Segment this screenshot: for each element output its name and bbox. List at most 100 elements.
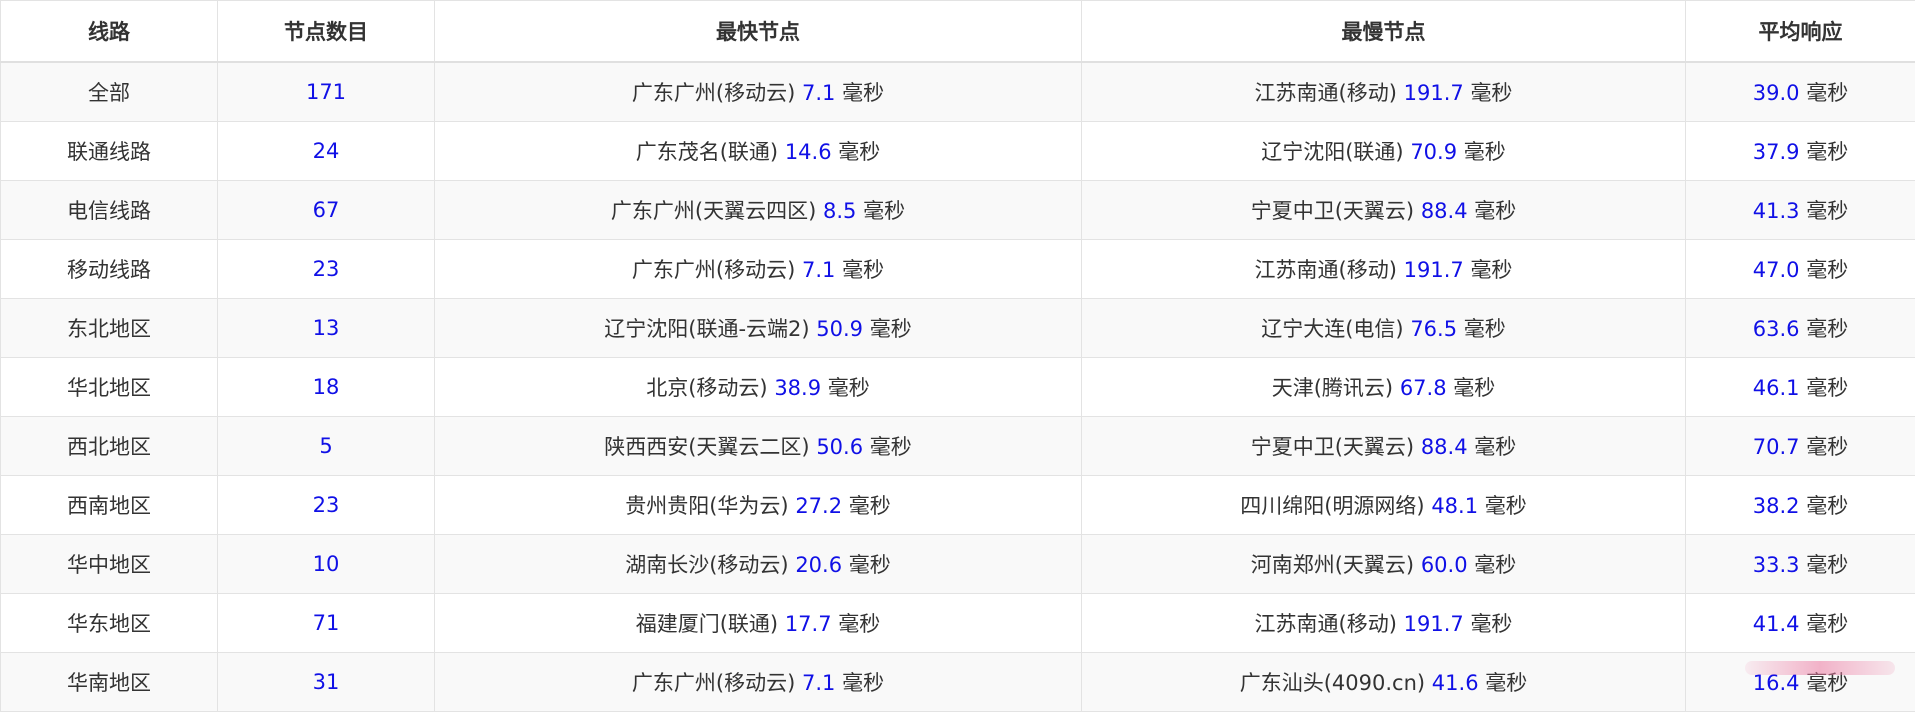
table-header: 线路 节点数目 最快节点 最慢节点 平均响应 [1, 1, 1915, 63]
cell-node-count: 24 [218, 122, 435, 181]
header-route: 线路 [1, 1, 218, 63]
route-name: 联通线路 [67, 140, 151, 164]
unit-label: 毫秒 [863, 199, 905, 223]
fastest-node-name: 陕西西安(天翼云二区) [604, 435, 809, 459]
cell-average-response: 41.3 毫秒 [1686, 181, 1915, 240]
header-slowest-node: 最慢节点 [1082, 1, 1686, 63]
unit-label: 毫秒 [1474, 553, 1516, 577]
fastest-node-ms: 7.1 [802, 258, 835, 282]
fastest-node-name: 广东广州(移动云) [632, 258, 795, 282]
unit-label: 毫秒 [1470, 612, 1512, 636]
cell-average-response: 70.7 毫秒 [1686, 417, 1915, 476]
fastest-node-ms: 14.6 [785, 140, 832, 164]
unit-label: 毫秒 [1806, 612, 1848, 636]
average-ms: 39.0 [1753, 81, 1800, 105]
header-node-count: 节点数目 [218, 1, 435, 63]
unit-label: 毫秒 [1806, 317, 1848, 341]
cell-slowest-node: 广东汕头(4090.cn) 41.6 毫秒 [1082, 653, 1686, 712]
unit-label: 毫秒 [1806, 494, 1848, 518]
cell-route: 华东地区 [1, 594, 218, 653]
cell-fastest-node: 广东广州(移动云) 7.1 毫秒 [435, 62, 1082, 122]
cell-slowest-node: 江苏南通(移动) 191.7 毫秒 [1082, 62, 1686, 122]
unit-label: 毫秒 [1474, 199, 1516, 223]
table-body: 全部171广东广州(移动云) 7.1 毫秒江苏南通(移动) 191.7 毫秒39… [1, 62, 1915, 712]
table-row: 华南地区31广东广州(移动云) 7.1 毫秒广东汕头(4090.cn) 41.6… [1, 653, 1915, 712]
cell-node-count: 23 [218, 476, 435, 535]
slowest-node-ms: 191.7 [1404, 258, 1464, 282]
unit-label: 毫秒 [828, 376, 870, 400]
slowest-node-name: 江苏南通(移动) [1255, 612, 1397, 636]
node-count: 13 [313, 316, 340, 340]
unit-label: 毫秒 [1806, 81, 1848, 105]
route-name: 移动线路 [67, 258, 151, 282]
unit-label: 毫秒 [1464, 317, 1506, 341]
node-count: 67 [313, 198, 340, 222]
fastest-node-ms: 50.9 [816, 317, 863, 341]
average-ms: 37.9 [1753, 140, 1800, 164]
cell-average-response: 47.0 毫秒 [1686, 240, 1915, 299]
fastest-node-ms: 7.1 [802, 671, 835, 695]
table-row: 电信线路67广东广州(天翼云四区) 8.5 毫秒宁夏中卫(天翼云) 88.4 毫… [1, 181, 1915, 240]
table-row: 全部 171 广东广州(移动云) 7.1 毫秒江苏南通(移动) 191.7 毫秒 39… [1, 62, 1915, 122]
cell-fastest-node: 广东广州(移动云) 7.1 毫秒 [435, 240, 1082, 299]
slowest-node-name: 江苏南通(移动) [1255, 81, 1397, 105]
cell-route: 西南地区 [1, 476, 218, 535]
fastest-node-name: 福建厦门(联通) [636, 612, 778, 636]
unit-label: 毫秒 [1453, 376, 1495, 400]
slowest-node-ms: 48.1 [1431, 494, 1478, 518]
node-count: 5 [319, 434, 332, 458]
unit-label: 毫秒 [838, 612, 880, 636]
cell-node-count: 31 [218, 653, 435, 712]
slowest-node-ms: 41.6 [1432, 671, 1479, 695]
fastest-node-ms: 7.1 [802, 81, 835, 105]
cell-route: 联通线路 [1, 122, 218, 181]
unit-label: 毫秒 [849, 553, 891, 577]
unit-label: 毫秒 [838, 140, 880, 164]
fastest-node-ms: 17.7 [785, 612, 832, 636]
route-name: 电信线路 [67, 199, 151, 223]
cell-route: 华中地区 [1, 535, 218, 594]
cell-fastest-node: 辽宁沈阳(联通-云端2) 50.9 毫秒 [435, 299, 1082, 358]
slowest-node-name: 宁夏中卫(天翼云) [1251, 435, 1414, 459]
cell-fastest-node: 湖南长沙(移动云) 20.6 毫秒 [435, 535, 1082, 594]
node-count: 18 [313, 375, 340, 399]
fastest-node-name: 广东茂名(联通) [636, 140, 778, 164]
cell-node-count: 71 [218, 594, 435, 653]
header-fastest-node: 最快节点 [435, 1, 1082, 63]
cell-slowest-node: 天津(腾讯云) 67.8 毫秒 [1082, 358, 1686, 417]
node-count: 24 [313, 139, 340, 163]
unit-label: 毫秒 [1485, 494, 1527, 518]
fastest-node-name: 北京(移动云) [646, 376, 767, 400]
average-ms: 46.1 [1753, 376, 1800, 400]
slowest-node-ms: 88.4 [1421, 199, 1468, 223]
route-name: 全部 [88, 81, 130, 105]
cell-slowest-node: 辽宁大连(电信) 76.5 毫秒 [1082, 299, 1686, 358]
cell-average-response: 33.3 毫秒 [1686, 535, 1915, 594]
slowest-node-name: 广东汕头(4090.cn) [1240, 671, 1425, 695]
table-row: 东北地区 13 辽宁沈阳(联通-云端2) 50.9 毫秒辽宁大连(电信) 76.5 … [1, 299, 1915, 358]
unit-label: 毫秒 [842, 81, 884, 105]
unit-label: 毫秒 [1806, 258, 1848, 282]
average-ms: 63.6 [1753, 317, 1800, 341]
latency-table: 线路 节点数目 最快节点 最慢节点 平均响应 全部 171 广东广州(移动云) 7.… [0, 0, 1915, 712]
route-name: 西北地区 [67, 435, 151, 459]
unit-label: 毫秒 [870, 435, 912, 459]
fastest-node-name: 贵州贵阳(华为云) [625, 494, 788, 518]
unit-label: 毫秒 [1806, 140, 1848, 164]
cell-slowest-node: 河南郑州(天翼云) 60.0 毫秒 [1082, 535, 1686, 594]
header-average-response: 平均响应 [1686, 1, 1915, 63]
unit-label: 毫秒 [842, 671, 884, 695]
node-count: 171 [306, 80, 346, 104]
slowest-node-ms: 76.5 [1410, 317, 1457, 341]
average-ms: 38.2 [1753, 494, 1800, 518]
unit-label: 毫秒 [1470, 81, 1512, 105]
fastest-node-name: 湖南长沙(移动云) [625, 553, 788, 577]
cell-route: 东北地区 [1, 299, 218, 358]
table-row: 移动线路23广东广州(移动云) 7.1 毫秒江苏南通(移动) 191.7 毫秒4… [1, 240, 1915, 299]
cell-average-response: 63.6 毫秒 [1686, 299, 1915, 358]
unit-label: 毫秒 [870, 317, 912, 341]
node-count: 23 [313, 493, 340, 517]
cell-slowest-node: 四川绵阳(明源网络) 48.1 毫秒 [1082, 476, 1686, 535]
table-row: 华北地区18北京(移动云) 38.9 毫秒天津(腾讯云) 67.8 毫秒46.1… [1, 358, 1915, 417]
route-name: 华东地区 [67, 612, 151, 636]
